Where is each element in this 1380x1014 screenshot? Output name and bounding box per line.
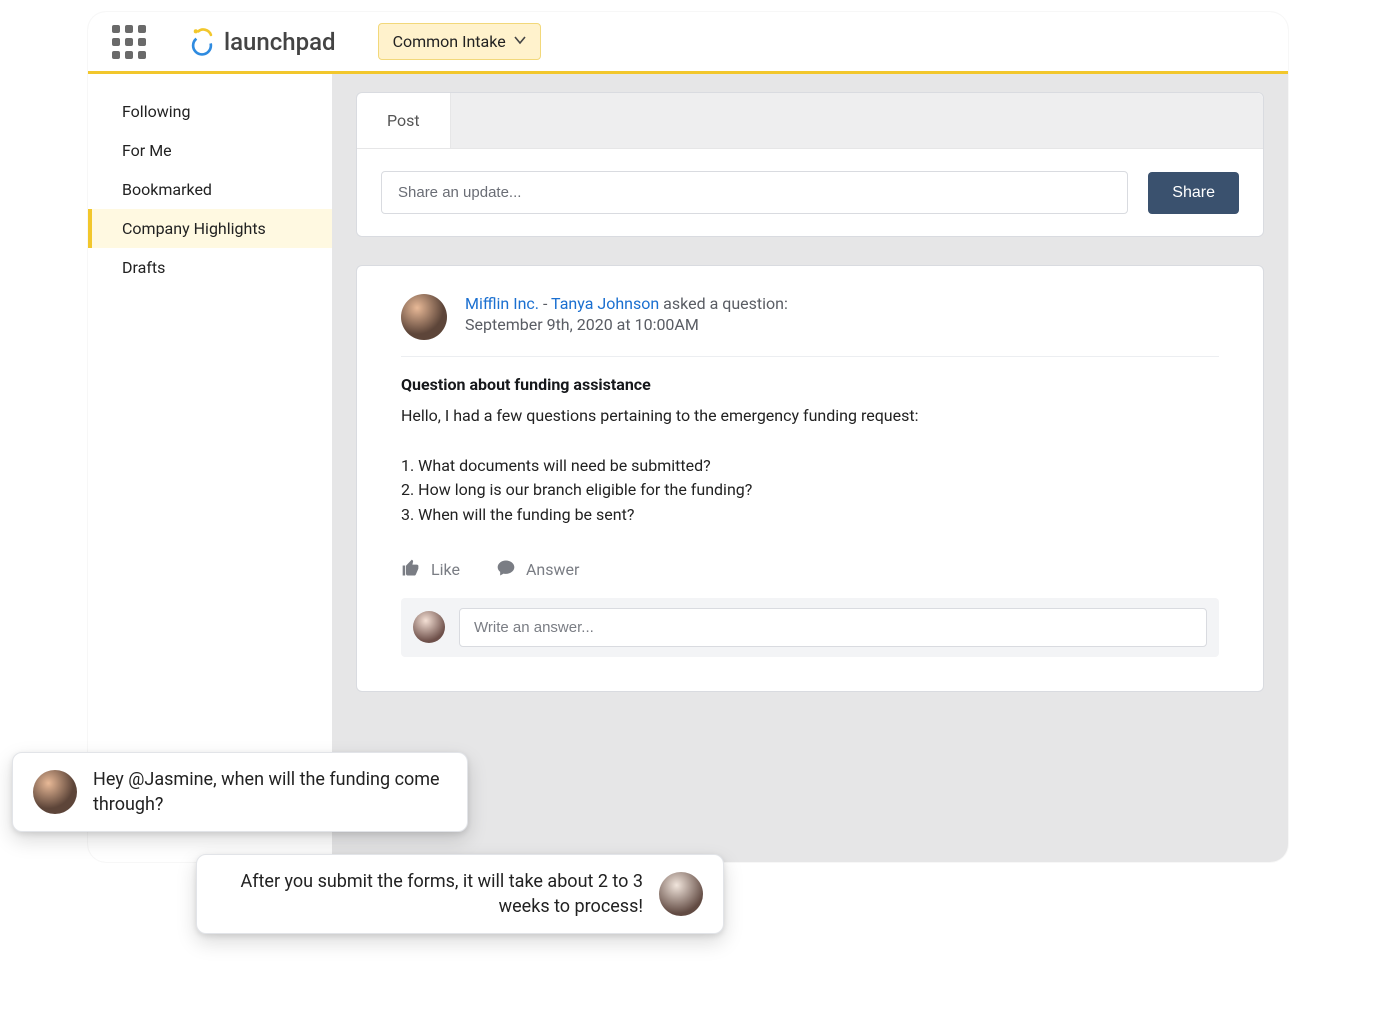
app-launcher-icon[interactable] [106, 19, 152, 65]
topbar: launchpad Common Intake [88, 12, 1288, 74]
answer-button[interactable]: Answer [496, 558, 579, 582]
answer-row [401, 598, 1219, 657]
chat-bubble-incoming: Hey @Jasmine, when will the funding come… [12, 752, 468, 832]
like-label: Like [431, 560, 460, 579]
content: Following For Me Bookmarked Company High… [88, 74, 1288, 862]
sidebar-item-for-me[interactable]: For Me [88, 131, 332, 170]
nav-dropdown-common-intake[interactable]: Common Intake [378, 23, 541, 60]
post-text: Hello, I had a few questions pertaining … [401, 404, 1219, 528]
author-org-link[interactable]: Mifflin Inc. [465, 294, 539, 313]
post-header: Mifflin Inc. - Tanya Johnson asked a que… [401, 294, 1219, 357]
composer-tabs: Post [357, 93, 1263, 149]
thumbs-up-icon [401, 558, 421, 582]
author-avatar[interactable] [401, 294, 447, 340]
post-author-line: Mifflin Inc. - Tanya Johnson asked a que… [465, 294, 788, 313]
post-action-suffix: asked a question: [659, 294, 788, 313]
current-user-avatar[interactable] [413, 611, 445, 643]
logo: launchpad [186, 26, 336, 58]
sidebar: Following For Me Bookmarked Company High… [88, 74, 332, 862]
nav-dropdown-label: Common Intake [393, 32, 506, 51]
post-timestamp: September 9th, 2020 at 10:00AM [465, 315, 788, 334]
author-separator: - [539, 294, 551, 313]
post-body: Question about funding assistance Hello,… [401, 357, 1219, 528]
chat-bubble-reply: After you submit the forms, it will take… [196, 854, 724, 934]
post-meta: Mifflin Inc. - Tanya Johnson asked a que… [465, 294, 788, 334]
feed-post: Mifflin Inc. - Tanya Johnson asked a que… [356, 265, 1264, 692]
chevron-down-icon [514, 34, 526, 49]
answer-label: Answer [526, 560, 579, 579]
tab-post[interactable]: Post [357, 93, 451, 148]
answer-input[interactable] [459, 608, 1207, 647]
share-button[interactable]: Share [1148, 172, 1239, 214]
logo-icon [186, 26, 218, 58]
sidebar-item-drafts[interactable]: Drafts [88, 248, 332, 287]
main-area: Post Share Mifflin Inc. - Tanya Johnson … [332, 74, 1288, 862]
post-actions: Like Answer [401, 558, 1219, 582]
sidebar-item-company-highlights[interactable]: Company Highlights [88, 209, 332, 248]
sidebar-item-following[interactable]: Following [88, 92, 332, 131]
post-title: Question about funding assistance [401, 375, 1219, 394]
composer-card: Post Share [356, 92, 1264, 237]
sidebar-item-bookmarked[interactable]: Bookmarked [88, 170, 332, 209]
speech-bubble-icon [496, 558, 516, 582]
composer-body: Share [357, 149, 1263, 236]
author-name-link[interactable]: Tanya Johnson [551, 294, 659, 313]
app-window: launchpad Common Intake Following For Me… [88, 12, 1288, 862]
chat-avatar-1 [33, 770, 77, 814]
like-button[interactable]: Like [401, 558, 460, 582]
logo-text: launchpad [224, 28, 336, 56]
chat-message-1: Hey @Jasmine, when will the funding come… [93, 767, 447, 817]
share-update-input[interactable] [381, 171, 1128, 214]
chat-message-2: After you submit the forms, it will take… [217, 869, 643, 919]
chat-avatar-2 [659, 872, 703, 916]
